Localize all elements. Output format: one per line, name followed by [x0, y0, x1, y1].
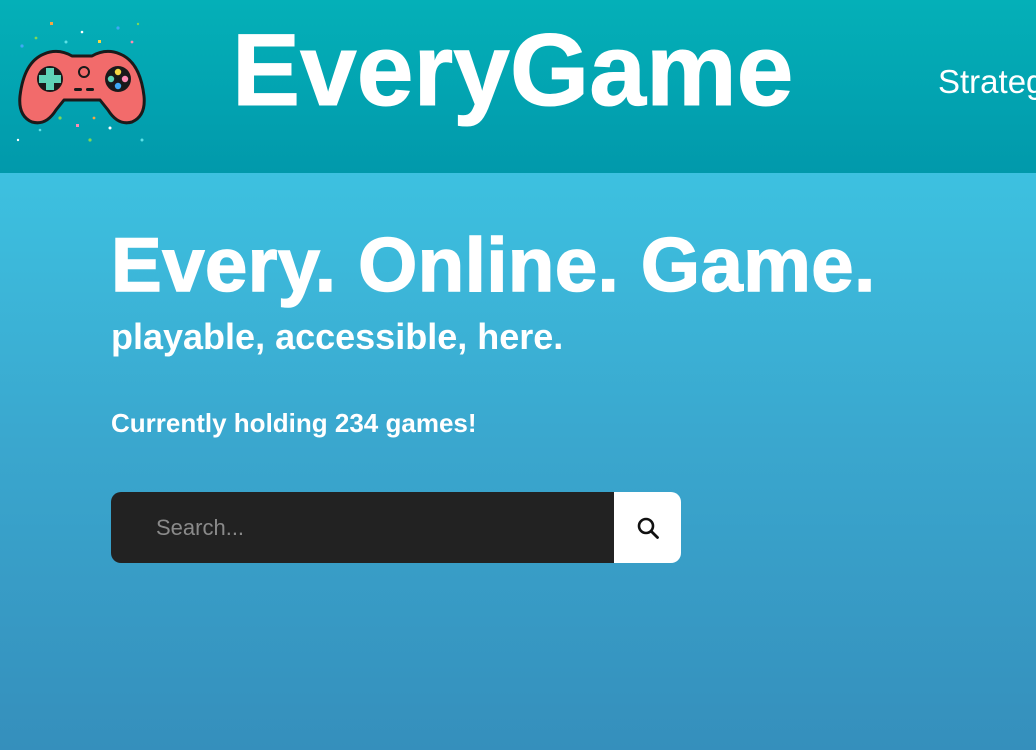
search-icon — [637, 517, 659, 539]
gamepad-icon[interactable] — [14, 18, 148, 146]
hero-title: Every. Online. Game. — [110, 222, 876, 309]
hero-subtitle: playable, accessible, here. — [111, 316, 564, 357]
brand-title[interactable]: EveryGame — [231, 13, 793, 126]
search-input[interactable] — [111, 492, 614, 563]
game-count-text: Currently holding 234 games! — [111, 408, 477, 438]
nav-link-strategy[interactable]: Strateg — [938, 63, 1036, 100]
search-button[interactable] — [614, 492, 681, 563]
search-bar — [111, 492, 681, 563]
site-header: EveryGame Strateg — [0, 0, 1036, 173]
